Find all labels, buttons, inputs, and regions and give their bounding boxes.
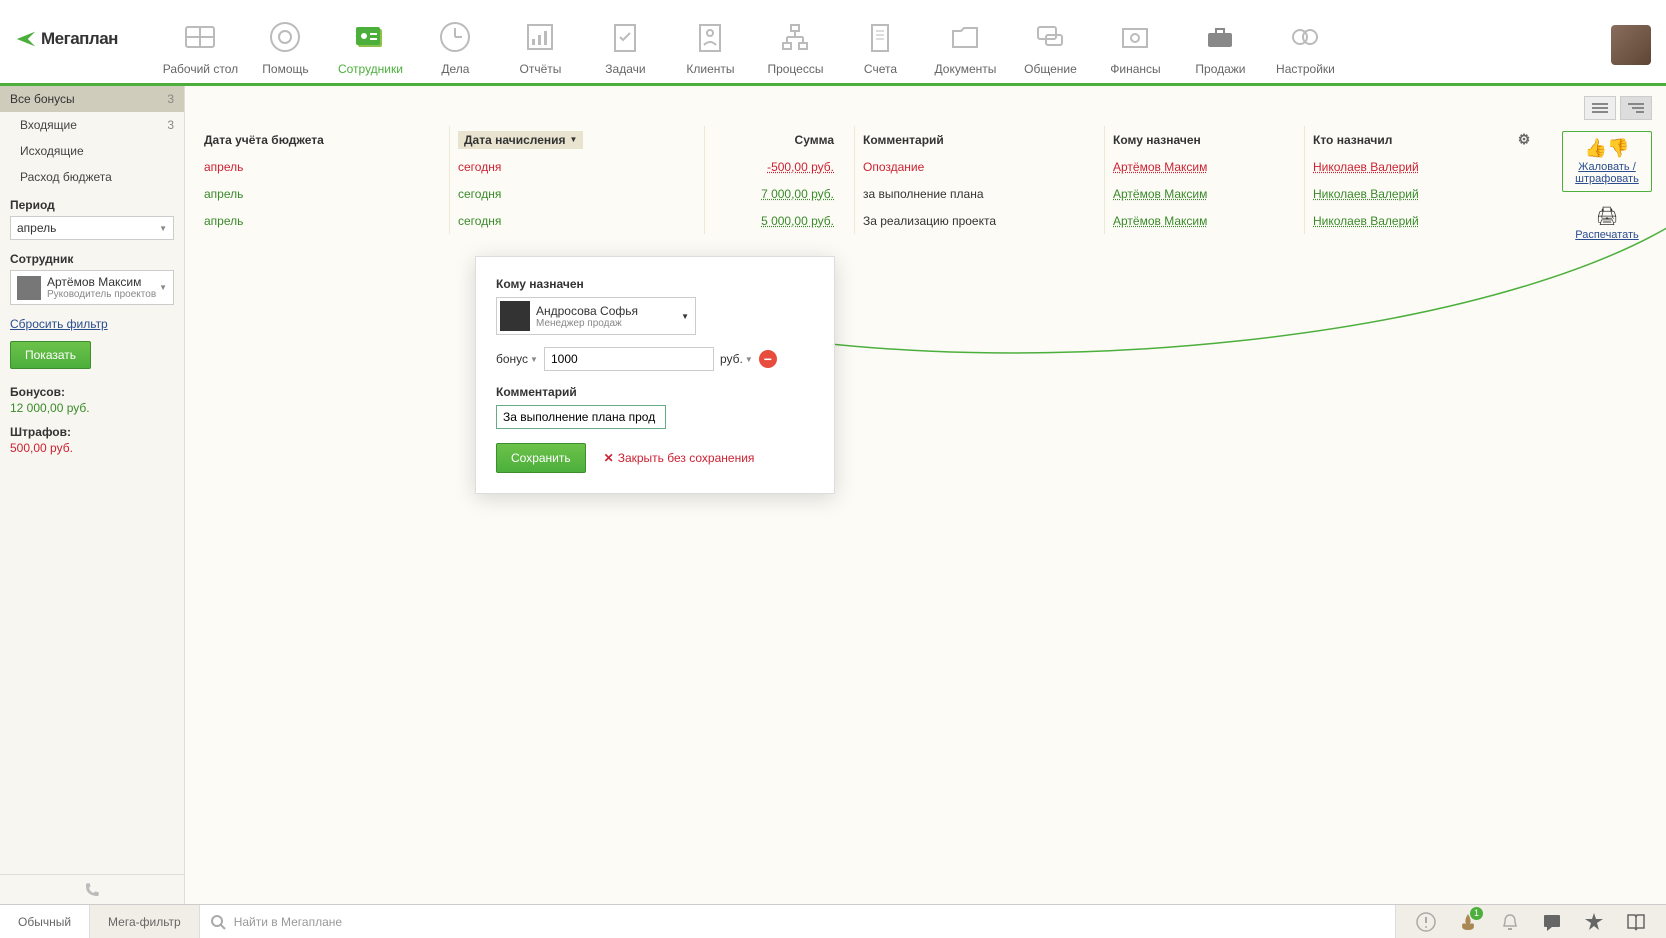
- table-row[interactable]: апрель сегодня 7 000,00 руб. за выполнен…: [185, 180, 1666, 207]
- th-settings[interactable]: ⚙: [1505, 126, 1535, 153]
- list-icon: [1592, 102, 1608, 114]
- nav-tasks[interactable]: Задачи: [583, 10, 668, 76]
- close-icon: ✕: [604, 451, 614, 465]
- fire-icon[interactable]: 1: [1458, 912, 1478, 932]
- avatar: [500, 301, 530, 331]
- nav-sales[interactable]: Продажи: [1178, 10, 1263, 76]
- sidebar: Все бонусы3 Входящие3 Исходящие Расход б…: [0, 86, 185, 904]
- period-header: Период: [0, 190, 184, 216]
- bonus-modal: Кому назначен Андросова Софья Менеджер п…: [475, 256, 835, 494]
- logo-text: Мегаплан: [41, 29, 118, 49]
- footer-tab-mega[interactable]: Мега-фильтр: [90, 905, 200, 938]
- table-row[interactable]: апрель сегодня -500,00 руб. Опоздание Ар…: [185, 153, 1666, 180]
- view-controls: [1584, 96, 1652, 120]
- th-assigner[interactable]: Кто назначил: [1305, 126, 1505, 153]
- gear-icon: ⚙: [1518, 131, 1531, 148]
- info-icon[interactable]: [1416, 912, 1436, 932]
- sidebar-budget[interactable]: Расход бюджета: [0, 164, 184, 190]
- phone-icon: [83, 881, 101, 899]
- print-button[interactable]: 🖨 Распечатать: [1575, 206, 1638, 241]
- table-row[interactable]: апрель сегодня 5 000,00 руб. За реализац…: [185, 207, 1666, 234]
- phone-bar[interactable]: [0, 874, 184, 904]
- nav-clients[interactable]: Клиенты: [668, 10, 753, 76]
- employee-select[interactable]: Артёмов Максим Руководитель проектов ▼: [10, 270, 174, 305]
- remove-button[interactable]: −: [759, 350, 777, 368]
- nav-reports[interactable]: Отчёты: [498, 10, 583, 76]
- global-search[interactable]: Найти в Мегаплане: [200, 905, 1396, 938]
- reset-filter-link[interactable]: Сбросить фильтр: [0, 313, 184, 341]
- thumbs-icon: 👍👎: [1571, 138, 1643, 159]
- sidebar-incoming[interactable]: Входящие3: [0, 112, 184, 138]
- search-icon: [210, 914, 226, 930]
- nav-deals[interactable]: Дела: [413, 10, 498, 76]
- sidebar-all-bonuses[interactable]: Все бонусы3: [0, 86, 184, 112]
- view-tree-button[interactable]: [1620, 96, 1652, 120]
- nav-finance[interactable]: Финансы: [1093, 10, 1178, 76]
- bell-icon[interactable]: [1500, 912, 1520, 932]
- save-button[interactable]: Сохранить: [496, 443, 586, 473]
- logo-icon: [15, 28, 37, 50]
- user-avatar[interactable]: [1611, 25, 1651, 65]
- bonus-total-header: Бонусов:: [10, 385, 174, 399]
- print-icon: 🖨: [1575, 206, 1638, 227]
- nav-employees[interactable]: Сотрудники: [328, 10, 413, 76]
- modal-assignee-label: Кому назначен: [496, 277, 814, 291]
- th-budget[interactable]: Дата учёта бюджета: [200, 126, 450, 153]
- bonus-table: Дата учёта бюджета Дата начисления▼ Сумм…: [185, 126, 1666, 234]
- th-sum[interactable]: Сумма: [705, 126, 855, 153]
- bonus-type-select[interactable]: бонус▼: [496, 352, 538, 366]
- nav-settings[interactable]: Настройки: [1263, 10, 1348, 76]
- cancel-link[interactable]: ✕Закрыть без сохранения: [604, 451, 755, 465]
- period-select[interactable]: апрель▼: [10, 216, 174, 240]
- main: Дата учёта бюджета Дата начисления▼ Сумм…: [185, 86, 1666, 904]
- show-button[interactable]: Показать: [10, 341, 91, 369]
- employee-avatar: [17, 276, 41, 300]
- bonus-total-value: 12 000,00 руб.: [10, 401, 174, 415]
- th-comment[interactable]: Комментарий: [855, 126, 1105, 153]
- chevron-down-icon: ▼: [159, 224, 167, 233]
- sort-desc-icon: ▼: [570, 135, 578, 144]
- top-nav: Рабочий стол Помощь Сотрудники Дела Отчё…: [158, 10, 1511, 76]
- th-date[interactable]: Дата начисления▼: [450, 126, 705, 153]
- tree-icon: [1628, 102, 1644, 114]
- currency-select[interactable]: руб.▼: [720, 352, 753, 366]
- footer: Обычный Мега-фильтр Найти в Мегаплане 1: [0, 904, 1666, 938]
- nav-help[interactable]: Помощь: [243, 10, 328, 76]
- fine-total-value: 500,00 руб.: [10, 441, 174, 455]
- nav-accounts[interactable]: Счета: [838, 10, 923, 76]
- modal-comment-label: Комментарий: [496, 385, 814, 399]
- comment-input[interactable]: [496, 405, 666, 429]
- nav-processes[interactable]: Процессы: [753, 10, 838, 76]
- logo[interactable]: Мегаплан: [15, 28, 118, 50]
- bonus-amount-input[interactable]: [544, 347, 714, 371]
- chevron-down-icon: ▼: [681, 312, 689, 321]
- reward-button[interactable]: 👍👎 Жаловать / штрафовать: [1562, 131, 1652, 192]
- chevron-down-icon: ▼: [159, 283, 167, 292]
- th-assignee[interactable]: Кому назначен: [1105, 126, 1305, 153]
- view-list-button[interactable]: [1584, 96, 1616, 120]
- star-icon[interactable]: [1584, 912, 1604, 932]
- right-panel: 👍👎 Жаловать / штрафовать 🖨 Распечатать: [1562, 131, 1652, 241]
- sidebar-outgoing[interactable]: Исходящие: [0, 138, 184, 164]
- footer-icons: 1: [1396, 912, 1666, 932]
- fine-total-header: Штрафов:: [10, 425, 174, 439]
- nav-desktop[interactable]: Рабочий стол: [158, 10, 243, 76]
- table-header: Дата учёта бюджета Дата начисления▼ Сумм…: [185, 126, 1666, 153]
- nav-chat[interactable]: Общение: [1008, 10, 1093, 76]
- modal-assignee-select[interactable]: Андросова Софья Менеджер продаж ▼: [496, 297, 696, 335]
- employee-header: Сотрудник: [0, 244, 184, 270]
- layout: Все бонусы3 Входящие3 Исходящие Расход б…: [0, 86, 1666, 904]
- book-icon[interactable]: [1626, 912, 1646, 932]
- nav-documents[interactable]: Документы: [923, 10, 1008, 76]
- chat-icon[interactable]: [1542, 912, 1562, 932]
- footer-tab-normal[interactable]: Обычный: [0, 905, 90, 938]
- header: Мегаплан Рабочий стол Помощь Сотрудники …: [0, 0, 1666, 86]
